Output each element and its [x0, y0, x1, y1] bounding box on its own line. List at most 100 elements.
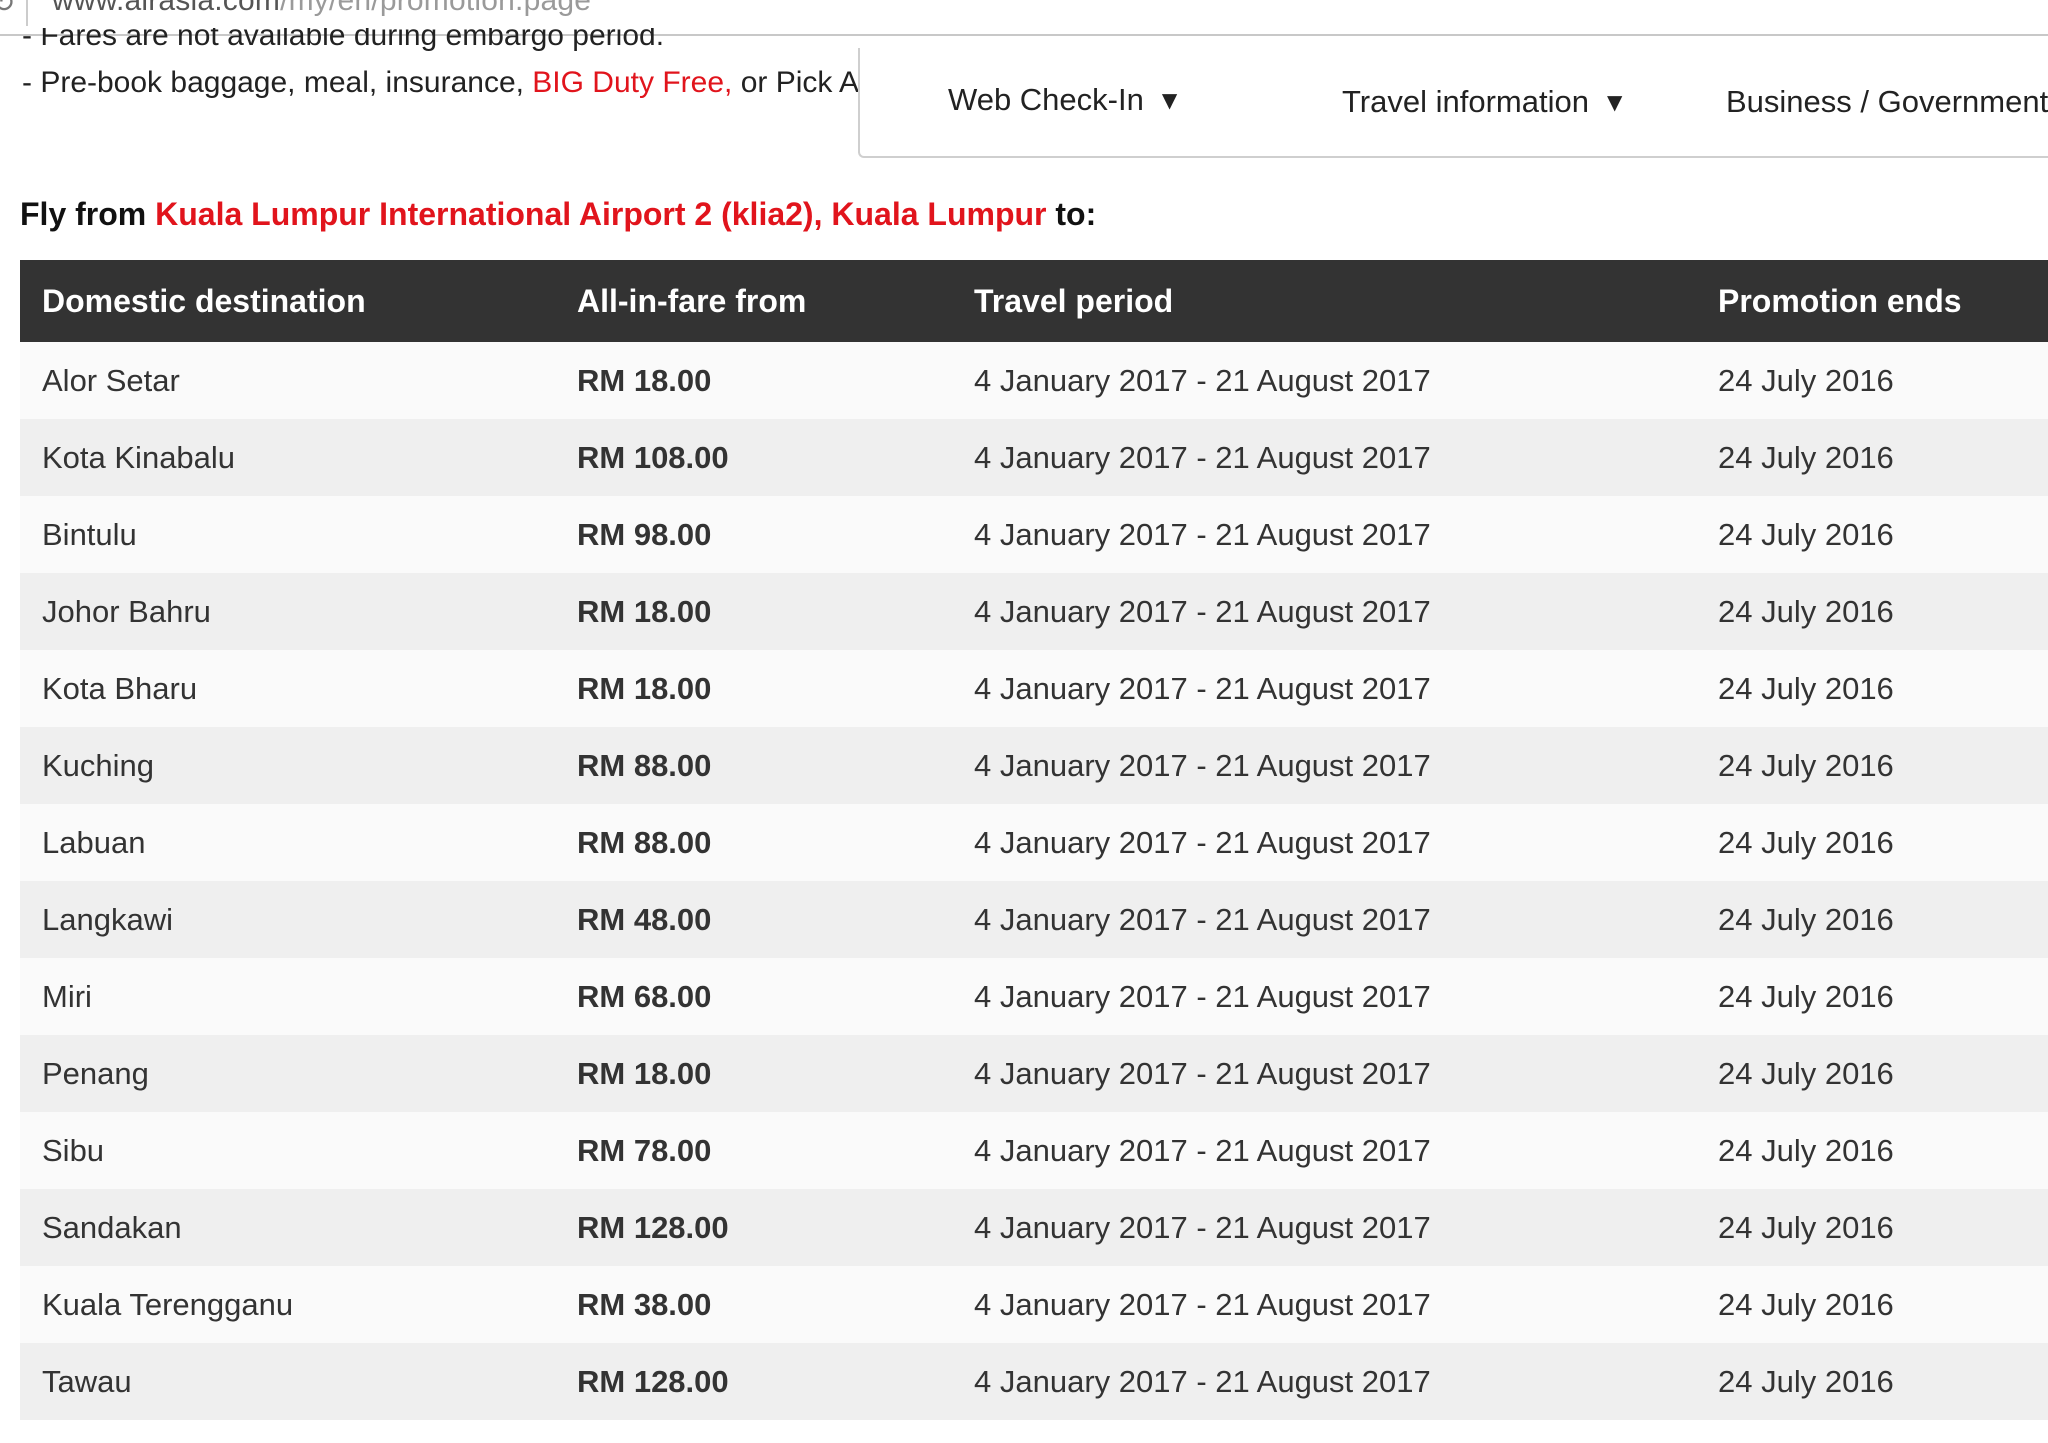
table-row: Miri RM 68.00 4 January 2017 - 21 August 2… [20, 958, 2048, 1035]
table-row: Langkawi RM 48.00 4 January 2017 - 21 Augu… [20, 881, 2048, 958]
fare-cell: RM 128.00 [577, 1209, 729, 1245]
fare-cell: RM 128.00 [577, 1363, 729, 1399]
fare-cell: RM 88.00 [577, 747, 712, 783]
table-row: Sibu RM 78.00 4 January 2017 - 21 August 2… [20, 1112, 2048, 1189]
table-row: Penang RM 18.00 4 January 2017 - 21 August… [20, 1035, 2048, 1112]
promotion-ends-cell: 24 July 2016 [1718, 1132, 1894, 1168]
page: ↻ www.airasia.com/my/en/promotion.page -… [0, 0, 2048, 1443]
promotion-ends-cell: 24 July 2016 [1718, 1055, 1894, 1091]
travel-period-cell: 4 January 2017 - 21 August 2017 [974, 824, 1431, 860]
big-duty-free-link[interactable]: BIG Duty Free, [532, 66, 732, 99]
travel-period-cell: 4 January 2017 - 21 August 2017 [974, 362, 1431, 398]
fly-from-prefix: Fly from [20, 196, 156, 232]
fares-table: Domestic destination All-in-fare from Tr… [20, 260, 2048, 1420]
promotion-ends-cell: 24 July 2016 [1718, 1286, 1894, 1322]
fare-cell: RM 68.00 [577, 978, 712, 1014]
destination-cell: Kuala Terengganu [42, 1286, 294, 1322]
note-prebook-suffix: or Pick A Seat [740, 66, 862, 99]
travel-period-cell: 4 January 2017 - 21 August 2017 [974, 516, 1431, 552]
fare-cell: RM 18.00 [577, 362, 712, 398]
promotion-ends-cell: 24 July 2016 [1718, 1363, 1894, 1399]
table-row: Tawau RM 128.00 4 January 2017 - 21 August… [20, 1343, 2048, 1420]
url-text[interactable]: www.airasia.com/my/en/promotion.page [52, 0, 591, 18]
destination-cell: Bintulu [42, 516, 137, 552]
travel-period-cell: 4 January 2017 - 21 August 2017 [974, 1209, 1431, 1245]
promotion-ends-cell: 24 July 2016 [1718, 824, 1894, 860]
travel-period-cell: 4 January 2017 - 21 August 2017 [974, 439, 1431, 475]
promotion-ends-cell: 24 July 2016 [1718, 439, 1894, 475]
nav-web-check-in-label: Web Check-In [948, 82, 1144, 117]
fare-cell: RM 18.00 [577, 670, 712, 706]
table-header-row: Domestic destination All-in-fare from Tr… [20, 260, 2048, 342]
nav-travel-information[interactable]: Travel information ▼ [1342, 84, 1622, 120]
travel-period-cell: 4 January 2017 - 21 August 2017 [974, 670, 1431, 706]
fare-cell: RM 18.00 [577, 593, 712, 629]
destination-cell: Alor Setar [42, 362, 180, 398]
table-row: Alor Setar RM 18.00 4 January 2017 - 21 Au… [20, 342, 2048, 419]
destination-cell: Miri [42, 978, 92, 1014]
url-domain: www.airasia.com [52, 0, 281, 17]
origin-airport-link[interactable]: Kuala Lumpur International Airport 2 (kl… [155, 196, 1046, 232]
fare-cell: RM 78.00 [577, 1132, 712, 1168]
destination-cell: Langkawi [42, 901, 173, 937]
table-row: Labuan RM 88.00 4 January 2017 - 21 August… [20, 804, 2048, 881]
table-row: Kota Bharu RM 18.00 4 January 2017 - 21 Au… [20, 650, 2048, 727]
destination-cell: Labuan [42, 824, 146, 860]
travel-period-cell: 4 January 2017 - 21 August 2017 [974, 1363, 1431, 1399]
fares-table-body: Alor Setar RM 18.00 4 January 2017 - 21 Au… [20, 342, 2048, 1420]
table-row: Kota Kinabalu RM 108.00 4 January 2017 - 2… [20, 419, 2048, 496]
promotion-ends-cell: 24 July 2016 [1718, 593, 1894, 629]
fare-cell: RM 18.00 [577, 1055, 712, 1091]
table-row: Kuching RM 88.00 4 January 2017 - 21 Augus… [20, 727, 2048, 804]
table-row: Sandakan RM 128.00 4 January 2017 - 21 Aug… [20, 1189, 2048, 1266]
promotion-ends-cell: 24 July 2016 [1718, 1209, 1894, 1245]
nav-business-government-label: Business / Government [1726, 84, 2048, 119]
promotion-ends-cell: 24 July 2016 [1718, 978, 1894, 1014]
fare-cell: RM 98.00 [577, 516, 712, 552]
travel-period-cell: 4 January 2017 - 21 August 2017 [974, 1055, 1431, 1091]
promotion-ends-cell: 24 July 2016 [1718, 670, 1894, 706]
caret-down-icon: ▼ [1161, 88, 1178, 112]
nav-web-check-in[interactable]: Web Check-In ▼ [948, 82, 1177, 118]
table-row: Kuala Terengganu RM 38.00 4 January 2017 -… [20, 1266, 2048, 1343]
travel-period-cell: 4 January 2017 - 21 August 2017 [974, 1286, 1431, 1322]
promotion-ends-cell: 24 July 2016 [1718, 516, 1894, 552]
table-row: Johor Bahru RM 18.00 4 January 2017 - 21 A… [20, 573, 2048, 650]
fare-cell: RM 48.00 [577, 901, 712, 937]
destination-cell: Johor Bahru [42, 593, 211, 629]
destination-cell: Tawau [42, 1363, 132, 1399]
nav-travel-information-label: Travel information [1342, 84, 1589, 119]
caret-down-icon: ▼ [1606, 90, 1623, 114]
address-bar-divider [26, 0, 28, 26]
destination-cell: Sibu [42, 1132, 105, 1168]
travel-period-cell: 4 January 2017 - 21 August 2017 [974, 978, 1431, 1014]
nav-dropdown-bar: Web Check-In ▼ Travel information ▼ Busine… [858, 48, 2048, 158]
destination-cell: Penang [42, 1055, 149, 1091]
promotion-ends-cell: 24 July 2016 [1718, 747, 1894, 783]
header-promotion-ends: Promotion ends [1718, 282, 1962, 319]
note-cut-line: - Fares are not available during embargo… [22, 28, 665, 52]
fare-cell: RM 38.00 [577, 1286, 712, 1322]
fare-cell: RM 108.00 [577, 439, 729, 475]
table-row: Bintulu RM 98.00 4 January 2017 - 21 Augus… [20, 496, 2048, 573]
travel-period-cell: 4 January 2017 - 21 August 2017 [974, 901, 1431, 937]
note-prebook-prefix: - Pre-book baggage, meal, insurance, [22, 66, 533, 99]
header-destination: Domestic destination [42, 282, 366, 319]
header-travel-period: Travel period [974, 282, 1174, 319]
header-fare: All-in-fare from [577, 282, 807, 319]
reload-icon[interactable]: ↻ [0, 0, 15, 19]
destination-cell: Kota Bharu [42, 670, 198, 706]
note-prebook-line: - Pre-book baggage, meal, insurance, BIG… [22, 66, 862, 100]
nav-business-government[interactable]: Business / Government [1726, 84, 2048, 120]
url-path: /my/en/promotion.page [280, 0, 592, 17]
destination-cell: Sandakan [42, 1209, 182, 1245]
destination-cell: Kota Kinabalu [42, 439, 236, 475]
travel-period-cell: 4 January 2017 - 21 August 2017 [974, 593, 1431, 629]
promotion-ends-cell: 24 July 2016 [1718, 362, 1894, 398]
fly-from-heading: Fly from Kuala Lumpur International Airp… [20, 196, 1096, 233]
travel-period-cell: 4 January 2017 - 21 August 2017 [974, 747, 1431, 783]
fly-from-suffix: to: [1046, 196, 1097, 232]
destination-cell: Kuching [42, 747, 155, 783]
travel-period-cell: 4 January 2017 - 21 August 2017 [974, 1132, 1431, 1168]
fare-cell: RM 88.00 [577, 824, 712, 860]
